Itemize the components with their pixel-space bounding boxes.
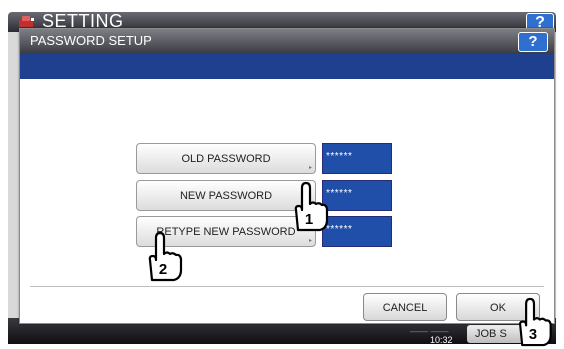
screen: SETTING ? —— —— 10:32 JOB S ▸ PASSWORD S… [0,0,564,349]
old-password-value: ****** [322,143,392,174]
setting-logo-icon [19,16,34,27]
password-setup-dialog: PASSWORD SETUP ? OLD PASSWORD ▸ ****** N… [19,28,555,324]
old-password-label: OLD PASSWORD [181,153,271,165]
old-password-button[interactable]: OLD PASSWORD ▸ [136,143,316,174]
status-time: —— —— 10:32 [410,327,453,345]
status-time-value: 10:32 [430,335,453,345]
dialog-title: PASSWORD SETUP [30,33,152,48]
new-password-label: NEW PASSWORD [179,190,273,202]
dialog-band [20,54,554,79]
pointing-hand-icon: 1 [294,181,329,232]
pointing-hand-icon: 2 [148,231,183,282]
arrow-icon: ▸ [308,238,312,244]
dialog-help-button[interactable]: ? [518,32,548,52]
callout-number-3: 3 [529,327,537,343]
new-password-value: ****** [322,180,392,211]
retype-password-value: ****** [322,216,392,247]
pointing-hand-icon: 3 [518,297,552,347]
callout-number-2: 2 [159,261,167,278]
cancel-button[interactable]: CANCEL [363,293,447,321]
dialog-separator [30,286,544,287]
callout-number-1: 1 [305,211,313,228]
arrow-icon: ▸ [308,165,312,171]
